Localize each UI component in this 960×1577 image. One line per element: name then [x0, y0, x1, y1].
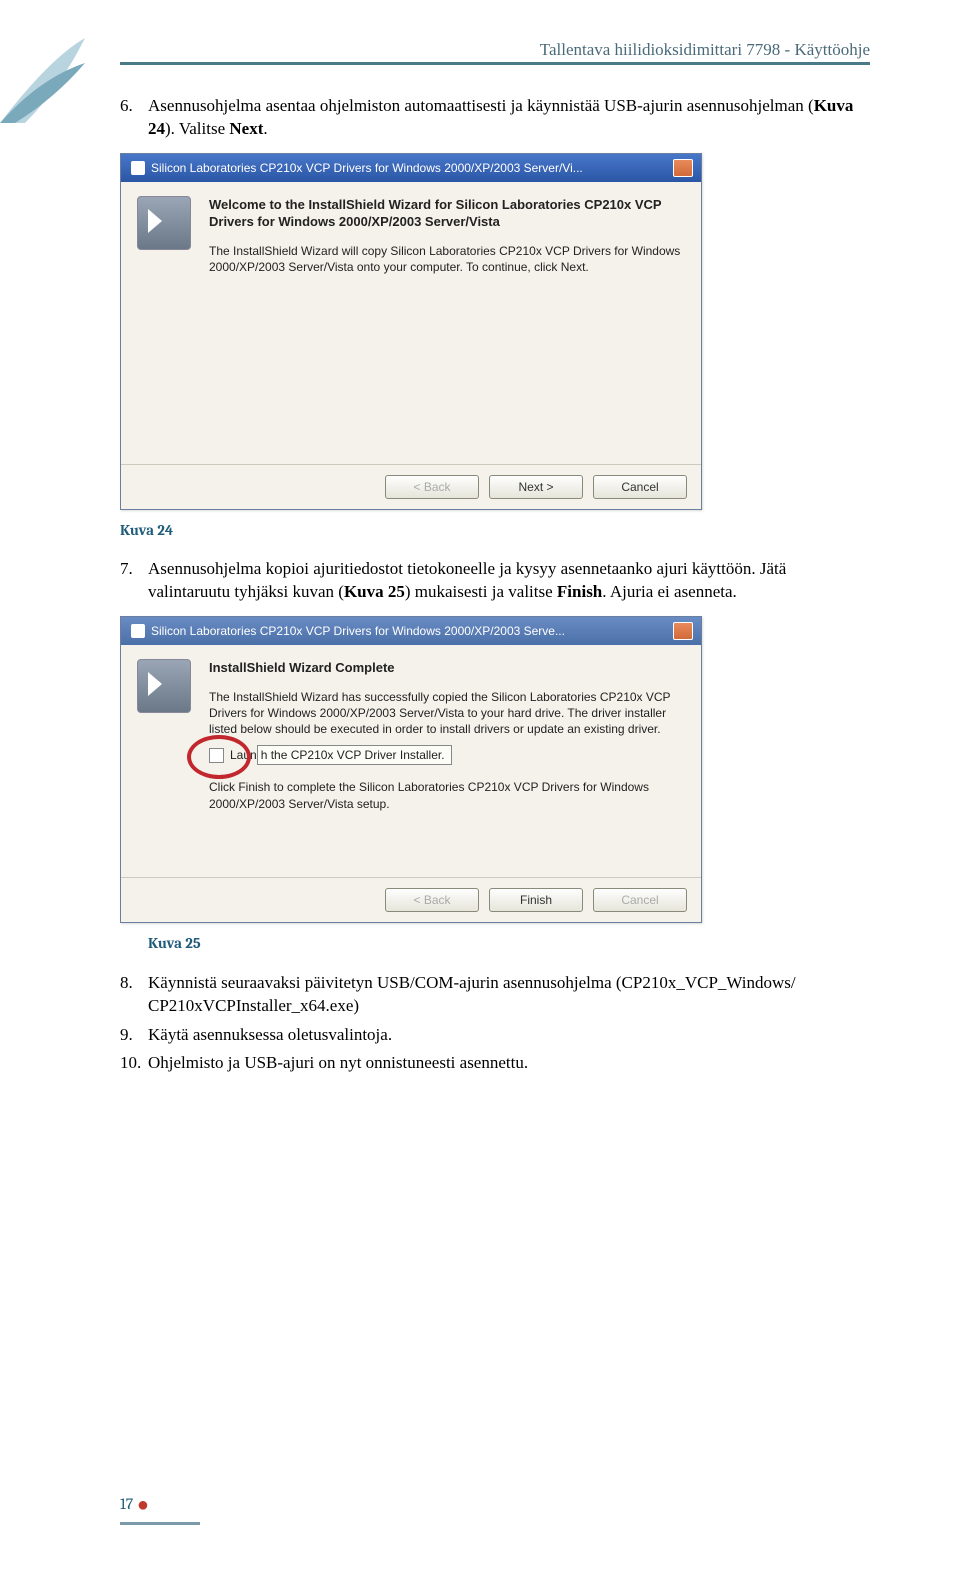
finish-button[interactable]: Finish	[489, 888, 583, 912]
next-button[interactable]: Next >	[489, 475, 583, 499]
step-text: Käytä asennuksessa oletusvalintoja.	[148, 1024, 392, 1047]
step-text: Asennusohjelma asentaa ohjelmiston autom…	[148, 95, 870, 141]
step-text: Ohjelmisto ja USB-ajuri on nyt onnistune…	[148, 1052, 528, 1075]
list-item: 8. Käynnistä seuraavaksi päivitetyn USB/…	[120, 972, 870, 1018]
wizard-icon	[137, 196, 191, 250]
wizard-icon	[137, 659, 191, 713]
header-title: Tallentava hiilidioksidimittari 7798 - K…	[540, 40, 870, 59]
wizard-heading: InstallShield Wizard Complete	[209, 659, 685, 677]
document-page: Tallentava hiilidioksidimittari 7798 - K…	[0, 0, 960, 1577]
figure-caption: Kuva 25	[148, 933, 870, 953]
screenshot-kuva24: Silicon Laboratories CP210x VCP Drivers …	[120, 153, 702, 510]
screenshot-kuva25: Silicon Laboratories CP210x VCP Drivers …	[120, 616, 702, 923]
launch-driver-row: Laun h the CP210x VCP Driver Installer.	[209, 745, 685, 765]
wizard-button-row: < Back Next > Cancel	[121, 464, 701, 509]
step-number: 8.	[120, 972, 148, 1018]
step-number: 6.	[120, 95, 148, 141]
list-item: 7. Asennusohjelma kopioi ajuritiedostot …	[120, 558, 870, 604]
wizard-paragraph: The InstallShield Wizard will copy Silic…	[209, 243, 685, 275]
header-divider	[120, 62, 870, 65]
back-button[interactable]: < Back	[385, 475, 479, 499]
close-icon[interactable]	[673, 622, 693, 640]
body-text: 6. Asennusohjelma asentaa ohjelmiston au…	[120, 95, 870, 1075]
app-icon	[131, 624, 145, 638]
wizard-button-row: < Back Finish Cancel	[121, 877, 701, 922]
wizard-text: Welcome to the InstallShield Wizard for …	[209, 196, 685, 456]
window-title: Silicon Laboratories CP210x VCP Drivers …	[151, 160, 583, 176]
wizard-text: InstallShield Wizard Complete The Instal…	[209, 659, 685, 869]
cancel-button[interactable]: Cancel	[593, 475, 687, 499]
cancel-button[interactable]: Cancel	[593, 888, 687, 912]
step-text: Käynnistä seuraavaksi päivitetyn USB/COM…	[148, 972, 870, 1018]
close-icon[interactable]	[673, 159, 693, 177]
wizard-body: InstallShield Wizard Complete The Instal…	[121, 645, 701, 877]
launch-checkbox[interactable]	[209, 748, 224, 763]
list-item: 9. Käytä asennuksessa oletusvalintoja.	[120, 1024, 870, 1047]
page-number: 17 ●	[120, 1493, 149, 1517]
header-logo	[0, 38, 85, 123]
page-number-dot: ●	[137, 1493, 149, 1516]
step-number: 7.	[120, 558, 148, 604]
list-item: 6. Asennusohjelma asentaa ohjelmiston au…	[120, 95, 870, 141]
wizard-body: Welcome to the InstallShield Wizard for …	[121, 182, 701, 464]
window-buttons	[673, 159, 693, 177]
figure-caption: Kuva 24	[120, 520, 870, 540]
back-button[interactable]: < Back	[385, 888, 479, 912]
page-header: Tallentava hiilidioksidimittari 7798 - K…	[120, 40, 870, 65]
app-icon	[131, 161, 145, 175]
launch-label-left: Laun	[230, 747, 257, 763]
launch-label-right: h the CP210x VCP Driver Installer.	[257, 745, 452, 765]
page-number-underline	[120, 1522, 200, 1525]
window-title: Silicon Laboratories CP210x VCP Drivers …	[151, 623, 565, 639]
window-titlebar: Silicon Laboratories CP210x VCP Drivers …	[121, 154, 701, 182]
wizard-paragraph: The InstallShield Wizard has successfull…	[209, 689, 685, 738]
list-item: 10. Ohjelmisto ja USB-ajuri on nyt onnis…	[120, 1052, 870, 1075]
step-number: 9.	[120, 1024, 148, 1047]
wizard-heading: Welcome to the InstallShield Wizard for …	[209, 196, 685, 231]
window-buttons	[673, 622, 693, 640]
wizard-paragraph: Click Finish to complete the Silicon Lab…	[209, 779, 685, 811]
window-titlebar: Silicon Laboratories CP210x VCP Drivers …	[121, 617, 701, 645]
step-text: Asennusohjelma kopioi ajuritiedostot tie…	[148, 558, 870, 604]
step-number: 10.	[120, 1052, 148, 1075]
